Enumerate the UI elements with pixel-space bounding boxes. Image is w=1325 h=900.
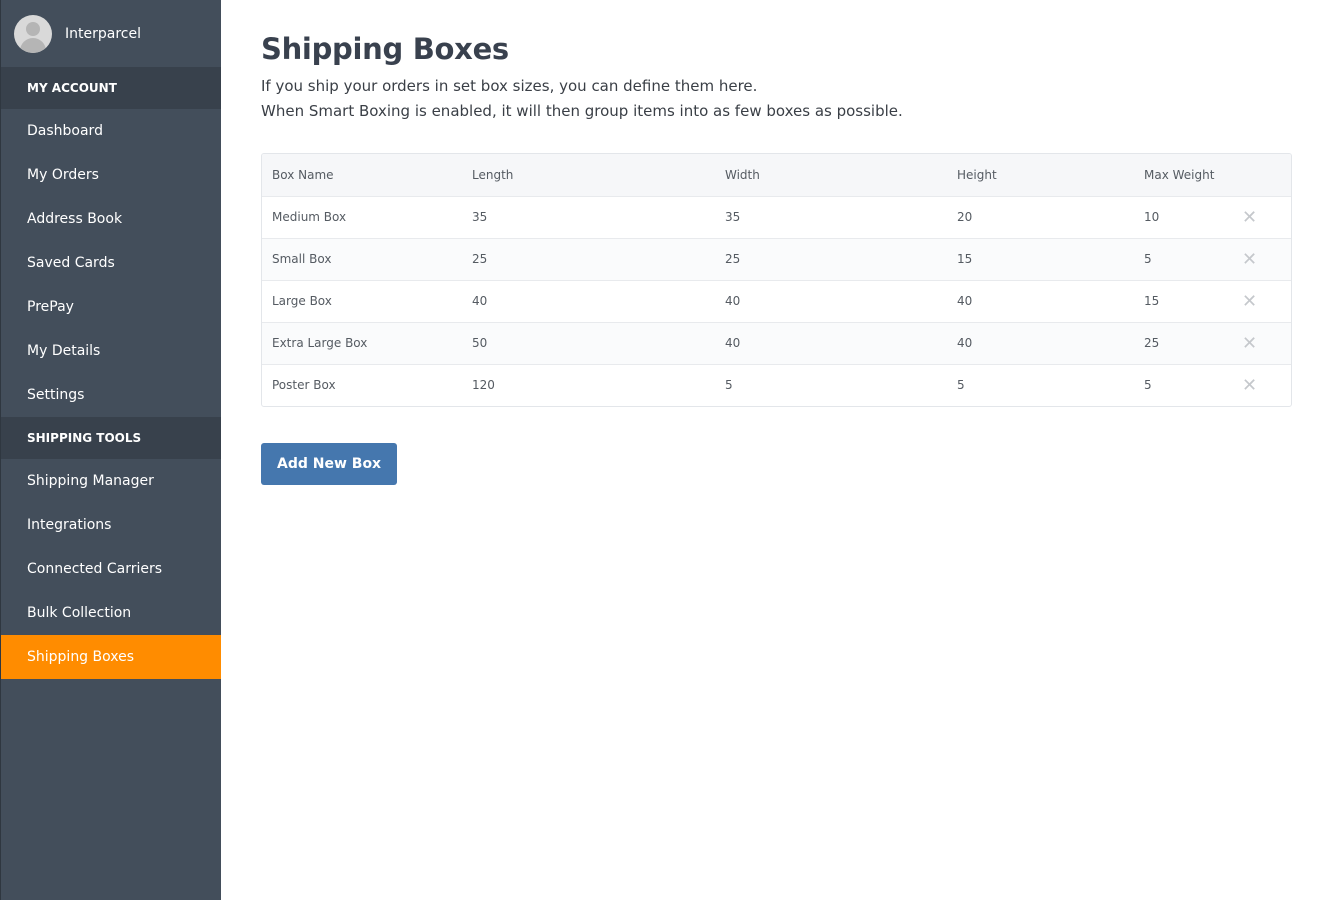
sidebar-item-shipping-boxes[interactable]: Shipping Boxes [1, 635, 221, 679]
cell-length: 120 [472, 378, 495, 393]
sidebar-item-my-details[interactable]: My Details [1, 329, 221, 373]
table-header-row: Box Name Length Width Height Max Weight [262, 154, 1291, 196]
table-row[interactable]: Large Box 40 40 40 15 ✕ [262, 280, 1291, 322]
header-actions [1244, 154, 1291, 196]
add-new-box-button[interactable]: Add New Box [261, 443, 398, 485]
sidebar-item-my-orders[interactable]: My Orders [1, 153, 221, 197]
description-line-1: If you ship your orders in set box sizes… [261, 77, 758, 95]
header-max-weight: Max Weight [1144, 167, 1215, 182]
cell-max-weight: 15 [1144, 294, 1160, 308]
cell-max-weight: 10 [1144, 210, 1160, 224]
sidebar-item-address-book[interactable]: Address Book [1, 197, 221, 241]
table-row[interactable]: Extra Large Box 50 40 40 25 ✕ [262, 322, 1291, 364]
close-icon[interactable]: ✕ [1242, 375, 1257, 396]
cell-box-name: Poster Box [272, 378, 336, 393]
close-icon[interactable]: ✕ [1242, 333, 1257, 354]
sidebar: Interparcel MY ACCOUNT Dashboard My Orde… [0, 0, 221, 900]
header-length: Length [472, 167, 514, 182]
table-row[interactable]: Medium Box 35 35 20 10 ✕ [262, 196, 1291, 238]
cell-box-name: Small Box [272, 252, 332, 266]
sidebar-item-dashboard[interactable]: Dashboard [1, 109, 221, 153]
cell-length: 25 [472, 252, 488, 266]
cell-height: 15 [957, 252, 973, 266]
sidebar-item-saved-cards[interactable]: Saved Cards [1, 241, 221, 285]
sidebar-item-prepay[interactable]: PrePay [1, 285, 221, 329]
sidebar-item-bulk-collection[interactable]: Bulk Collection [1, 591, 221, 635]
cell-height: 5 [957, 378, 965, 393]
user-name: Interparcel [65, 25, 141, 42]
cell-max-weight: 5 [1144, 252, 1152, 266]
section-header-my-account: MY ACCOUNT [1, 67, 221, 109]
cell-length: 40 [472, 294, 488, 308]
cell-box-name: Extra Large Box [272, 336, 368, 350]
section-header-shipping-tools: SHIPPING TOOLS [1, 417, 221, 459]
cell-height: 40 [957, 294, 973, 308]
page-title: Shipping Boxes [261, 32, 509, 66]
sidebar-item-integrations[interactable]: Integrations [1, 503, 221, 547]
avatar-icon [14, 14, 52, 53]
header-box-name: Box Name [272, 167, 334, 182]
cell-max-weight: 5 [1144, 378, 1152, 393]
table-row[interactable]: Small Box 25 25 15 5 ✕ [262, 238, 1291, 280]
sidebar-item-connected-carriers[interactable]: Connected Carriers [1, 547, 221, 591]
cell-width: 40 [725, 336, 741, 350]
cell-height: 20 [957, 210, 973, 224]
close-icon[interactable]: ✕ [1242, 291, 1257, 312]
sidebar-item-settings[interactable]: Settings [1, 373, 221, 417]
cell-height: 40 [957, 336, 973, 350]
cell-max-weight: 25 [1144, 336, 1160, 350]
close-icon[interactable]: ✕ [1242, 207, 1257, 228]
cell-width: 25 [725, 252, 741, 266]
cell-width: 5 [725, 378, 733, 393]
cell-length: 35 [472, 210, 488, 224]
description-line-2: When Smart Boxing is enabled, it will th… [261, 102, 903, 120]
cell-box-name: Large Box [272, 294, 332, 308]
main-content: Shipping Boxes If you ship your orders i… [261, 0, 1292, 485]
cell-length: 50 [472, 336, 488, 350]
header-width: Width [725, 167, 760, 182]
user-profile[interactable]: Interparcel [1, 0, 221, 67]
boxes-table: Box Name Length Width Height Max Weight … [261, 153, 1292, 407]
sidebar-item-shipping-manager[interactable]: Shipping Manager [1, 459, 221, 503]
header-height: Height [957, 167, 997, 182]
cell-width: 35 [725, 210, 741, 224]
table-row[interactable]: Poster Box 120 5 5 5 ✕ [262, 364, 1291, 406]
page-description: If you ship your orders in set box sizes… [261, 74, 1292, 124]
close-icon[interactable]: ✕ [1242, 249, 1257, 270]
cell-width: 40 [725, 294, 741, 308]
cell-box-name: Medium Box [272, 210, 347, 224]
